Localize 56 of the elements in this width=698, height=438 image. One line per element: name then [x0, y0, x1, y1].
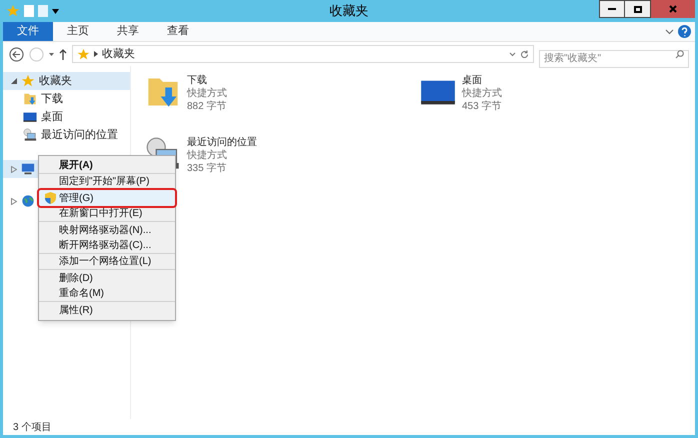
computer-icon	[21, 162, 35, 176]
collapsed-arrow-icon[interactable]	[11, 198, 17, 204]
dropdown-caret-icon[interactable]	[52, 8, 59, 14]
address-bar[interactable]: 收藏夹	[72, 45, 534, 63]
minimize-button[interactable]	[599, 0, 625, 18]
menu-item[interactable]: 在新窗口中打开(E)	[39, 206, 175, 222]
menu-item[interactable]: 断开网络驱动器(C)...	[39, 238, 175, 254]
star-icon	[6, 4, 20, 18]
close-icon	[669, 5, 677, 13]
refresh-icon[interactable]	[520, 50, 529, 58]
maximize-button[interactable]	[625, 0, 651, 18]
nav-item[interactable]: 收藏夹	[3, 72, 130, 90]
breadcrumb[interactable]: 收藏夹	[102, 46, 135, 62]
close-button[interactable]	[651, 0, 695, 18]
file-size: 335 字节	[187, 162, 228, 175]
file-type: 快捷方式	[462, 87, 502, 100]
ribbon-tab[interactable]: 主页	[53, 22, 103, 41]
menu-item[interactable]: 添加一个网络位置(L)	[39, 254, 175, 270]
ribbon-tab[interactable]: 共享	[103, 22, 153, 41]
menu-item[interactable]: 映射网络驱动器(N)...	[39, 222, 175, 238]
menu-item[interactable]: 属性(R)	[39, 302, 175, 318]
star-icon	[21, 74, 35, 88]
menu-item[interactable]: 删除(D)	[39, 270, 175, 286]
address-dropdown-icon[interactable]	[509, 52, 516, 56]
nav-item[interactable]: 下载	[3, 90, 130, 108]
file-size: 882 字节	[187, 100, 227, 113]
nav-item[interactable]: 最近访问的位置	[3, 126, 130, 144]
file-type: 快捷方式	[187, 87, 227, 100]
breadcrumb-arrow-icon	[94, 51, 98, 57]
monitor-icon	[23, 110, 37, 124]
globe-icon	[21, 194, 35, 208]
status-text: 3 个项目	[13, 420, 52, 434]
recent-places-icon	[23, 128, 37, 142]
file-name[interactable]: 桌面	[462, 74, 502, 87]
chevron-down-icon[interactable]	[665, 28, 674, 34]
menu-item[interactable]: 管理(G)	[39, 190, 175, 206]
menu-item[interactable]: 展开(A)	[39, 158, 175, 174]
folder-download-icon	[23, 92, 37, 106]
window-title: 收藏夹	[330, 2, 368, 20]
shield-icon	[44, 192, 56, 204]
nav-item[interactable]: 桌面	[3, 108, 130, 126]
collapsed-arrow-icon[interactable]	[11, 166, 17, 172]
file-size: 453 字节	[462, 100, 502, 113]
file-name[interactable]: 最近访问的位置	[187, 136, 257, 149]
file-name[interactable]: 下载	[187, 74, 227, 87]
file-type: 快捷方式	[187, 149, 228, 162]
history-caret-icon[interactable]	[49, 52, 54, 56]
ribbon-tab[interactable]: 文件	[3, 22, 53, 41]
star-icon	[77, 48, 90, 60]
ribbon-tab[interactable]: 查看	[153, 22, 203, 41]
menu-item[interactable]: 重命名(M)	[39, 286, 175, 302]
expanded-arrow-icon[interactable]	[11, 78, 17, 84]
up-arrow-icon[interactable]	[59, 48, 67, 60]
help-icon[interactable]	[678, 25, 691, 38]
search-icon	[675, 50, 684, 59]
search-field[interactable]: 搜索"收藏夹"	[539, 50, 689, 68]
